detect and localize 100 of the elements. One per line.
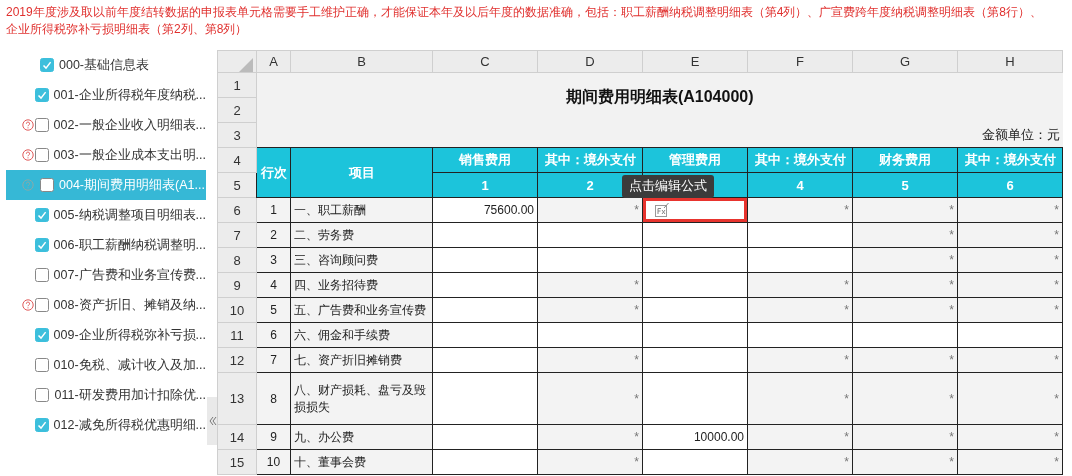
locked-cell[interactable]: *	[852, 424, 958, 450]
checkbox[interactable]	[34, 238, 49, 252]
line-number: 8	[256, 372, 291, 425]
locked-cell[interactable]: *	[852, 449, 958, 475]
locked-cell[interactable]: *	[957, 247, 1063, 273]
sheet-list-item[interactable]: 011-研发费用加计扣除优...	[6, 380, 206, 410]
column-header[interactable]: H	[957, 50, 1063, 73]
locked-cell[interactable]: *	[537, 297, 643, 323]
row-header[interactable]: 2	[217, 97, 257, 123]
locked-cell[interactable]: *	[957, 449, 1063, 475]
column-heading: 其中：境外支付	[747, 147, 853, 173]
column-heading: 其中：境外支付	[957, 147, 1063, 173]
sheet-list-item[interactable]: 008-资产折旧、摊销及纳...	[6, 290, 206, 320]
column-header[interactable]: D	[537, 50, 643, 73]
locked-cell[interactable]: *	[957, 272, 1063, 298]
item-name: 四、业务招待费	[290, 272, 433, 298]
locked-cell[interactable]: *	[537, 197, 643, 223]
checkbox[interactable]	[34, 328, 49, 342]
column-heading: 其中：境外支付	[537, 147, 643, 173]
row-header[interactable]: 4	[217, 147, 257, 173]
row-header[interactable]: 5	[217, 172, 257, 198]
formula-edit-icon[interactable]	[654, 202, 670, 218]
tooltip: 点击编辑公式	[622, 175, 714, 198]
locked-cell[interactable]: *	[747, 272, 853, 298]
locked-cell[interactable]: *	[957, 222, 1063, 248]
locked-cell[interactable]: *	[852, 197, 958, 223]
locked-cell[interactable]: *	[852, 272, 958, 298]
column-header[interactable]: G	[852, 50, 958, 73]
locked-cell[interactable]: *	[747, 449, 853, 475]
row-header[interactable]: 15	[217, 449, 257, 475]
item-name: 六、佣金和手续费	[290, 322, 433, 348]
row-header[interactable]: 10	[217, 297, 257, 323]
locked-cell[interactable]: *	[852, 297, 958, 323]
sheet-list-item[interactable]: 001-企业所得税年度纳税...	[6, 80, 206, 110]
column-heading: 财务费用	[852, 147, 958, 173]
locked-cell[interactable]: *	[957, 197, 1063, 223]
locked-cell[interactable]: *	[957, 297, 1063, 323]
sheet-list-item[interactable]: 007-广告费和业务宣传费...	[6, 260, 206, 290]
sheet-list-item[interactable]: 000-基础信息表	[6, 50, 206, 80]
checkbox[interactable]	[34, 418, 49, 432]
sheet-list-item[interactable]: 010-免税、减计收入及加...	[6, 350, 206, 380]
sheet-list-item[interactable]: 012-减免所得税优惠明细...	[6, 410, 206, 440]
locked-cell[interactable]: *	[852, 222, 958, 248]
checkbox[interactable]	[40, 58, 54, 72]
checkbox[interactable]	[34, 298, 49, 312]
locked-cell[interactable]: *	[957, 372, 1063, 425]
row-header[interactable]: 8	[217, 247, 257, 273]
locked-cell[interactable]: *	[537, 372, 643, 425]
item-name: 三、咨询顾问费	[290, 247, 433, 273]
sheet-list-item[interactable]: 002-一般企业收入明细表...	[6, 110, 206, 140]
row-header[interactable]: 14	[217, 424, 257, 450]
column-heading: 行次	[256, 147, 291, 198]
locked-cell[interactable]: *	[852, 347, 958, 373]
locked-cell[interactable]: *	[852, 247, 958, 273]
locked-cell[interactable]: *	[747, 424, 853, 450]
column-header[interactable]: C	[432, 50, 538, 73]
locked-cell[interactable]: *	[747, 347, 853, 373]
item-name: 八、财产损耗、盘亏及毁损损失	[290, 372, 433, 425]
checkbox[interactable]	[35, 388, 50, 402]
column-header[interactable]: F	[747, 50, 853, 73]
checkbox[interactable]	[40, 178, 54, 192]
amount-cell[interactable]: 75600.00	[432, 197, 538, 223]
sheet-list-item[interactable]: 005-纳税调整项目明细表...	[6, 200, 206, 230]
row-header[interactable]: 3	[217, 122, 257, 148]
column-header[interactable]: B	[290, 50, 433, 73]
locked-cell[interactable]: *	[537, 449, 643, 475]
sheet-list-item[interactable]: 003-一般企业成本支出明...	[6, 140, 206, 170]
row-header[interactable]: 6	[217, 197, 257, 223]
column-header[interactable]: A	[256, 50, 291, 73]
column-number: 5	[852, 172, 958, 198]
locked-cell[interactable]: *	[537, 347, 643, 373]
sheet-list-item[interactable]: 009-企业所得税弥补亏损...	[6, 320, 206, 350]
locked-cell[interactable]: *	[852, 372, 958, 425]
column-number: 4	[747, 172, 853, 198]
checkbox[interactable]	[34, 148, 49, 162]
checkbox[interactable]	[34, 208, 49, 222]
column-header[interactable]: E	[642, 50, 748, 73]
locked-cell[interactable]: *	[747, 197, 853, 223]
row-header[interactable]: 12	[217, 347, 257, 373]
locked-cell[interactable]: *	[747, 372, 853, 425]
checkbox[interactable]	[34, 268, 49, 282]
row-header[interactable]: 11	[217, 322, 257, 348]
locked-cell[interactable]: *	[747, 297, 853, 323]
locked-cell[interactable]: *	[957, 424, 1063, 450]
row-header[interactable]: 7	[217, 222, 257, 248]
amount-cell[interactable]: 10000.00	[642, 424, 748, 450]
column-number: 6	[957, 172, 1063, 198]
row-header[interactable]: 9	[217, 272, 257, 298]
checkbox[interactable]	[34, 118, 49, 132]
locked-cell[interactable]: *	[537, 272, 643, 298]
column-heading: 销售费用	[432, 147, 538, 173]
row-header[interactable]: 1	[217, 72, 257, 98]
row-header[interactable]: 13	[217, 372, 257, 425]
checkbox[interactable]	[34, 88, 49, 102]
locked-cell[interactable]: *	[537, 424, 643, 450]
locked-cell[interactable]: *	[957, 347, 1063, 373]
formula-cell[interactable]	[642, 197, 748, 223]
warning-notice: 2019年度涉及取以前年度结转数据的申报表单元格需要手工维护正确，才能保证本年及以后年度的数据准确，包括：职工薪酬纳税调整明细表（第4列）、广宣费跨年度纳税调整明细表（第8行）、企业所得税弥补亏损明细表（第2列、第8列）	[5, 4, 1044, 38]
sheet-list-item[interactable]: 006-职工薪酬纳税调整明...	[6, 230, 206, 260]
checkbox[interactable]	[34, 358, 49, 372]
